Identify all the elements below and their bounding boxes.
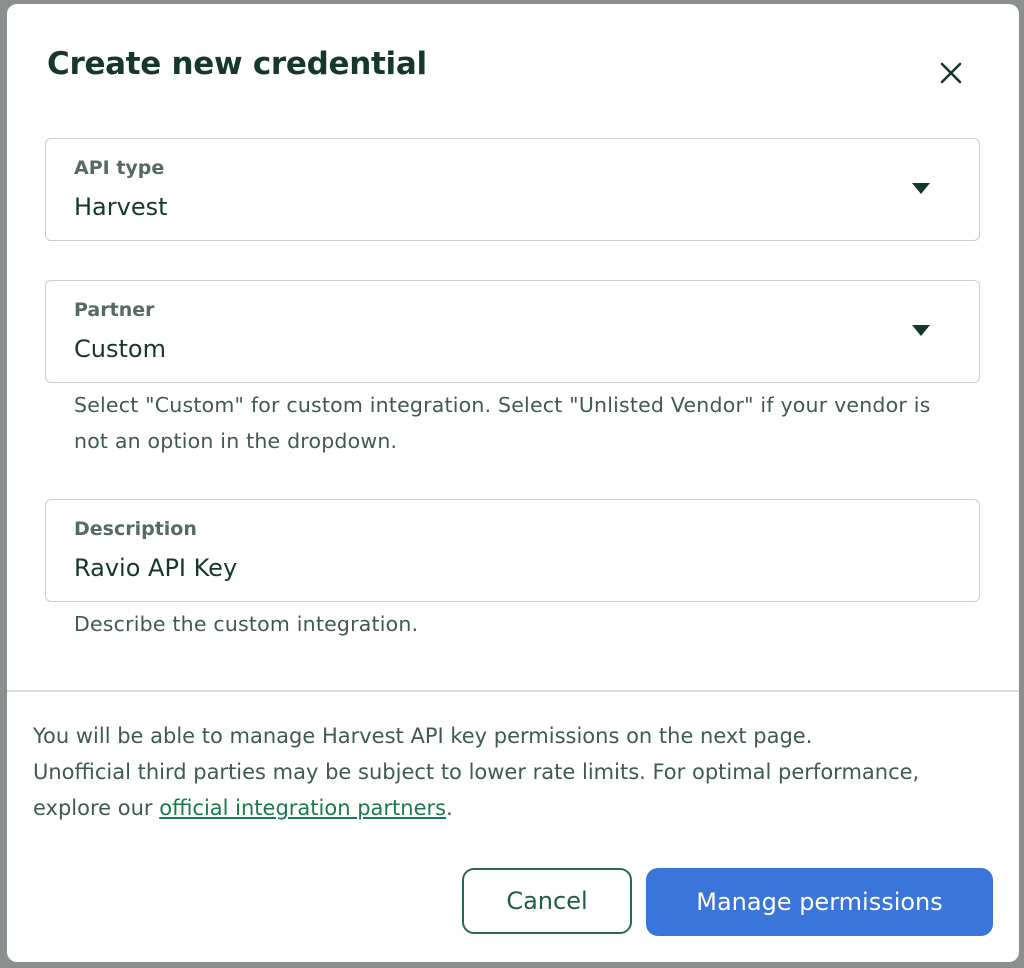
partner-helper-text: Select "Custom" for custom integration. … xyxy=(74,393,931,453)
dialog-title: Create new credential xyxy=(47,46,427,82)
api-type-value: Harvest xyxy=(74,193,168,221)
close-icon xyxy=(933,56,969,92)
official-partners-link[interactable]: official integration partners xyxy=(159,796,446,820)
description-input[interactable]: Description Ravio API Key xyxy=(45,499,980,602)
description-value: Ravio API Key xyxy=(74,554,238,582)
close-button[interactable] xyxy=(933,56,969,92)
description-label: Description xyxy=(74,518,197,540)
api-type-select[interactable]: API type Harvest xyxy=(45,138,980,241)
notice-suffix: . xyxy=(446,796,453,820)
api-type-label: API type xyxy=(74,157,165,179)
partner-select[interactable]: Partner Custom xyxy=(45,280,980,383)
permissions-notice: You will be able to manage Harvest API k… xyxy=(33,718,993,826)
partner-label: Partner xyxy=(74,299,155,321)
caret-down-icon xyxy=(912,325,930,336)
description-helper-text: Describe the custom integration. xyxy=(74,612,419,636)
notice-line-1: You will be able to manage Harvest API k… xyxy=(33,724,813,748)
caret-down-icon xyxy=(912,183,930,194)
manage-permissions-button[interactable]: Manage permissions xyxy=(646,868,993,936)
cancel-button[interactable]: Cancel xyxy=(462,868,632,934)
create-credential-dialog: Create new credential API type Harvest P… xyxy=(7,4,1019,962)
partner-value: Custom xyxy=(74,335,166,363)
footer-divider xyxy=(7,690,1019,692)
